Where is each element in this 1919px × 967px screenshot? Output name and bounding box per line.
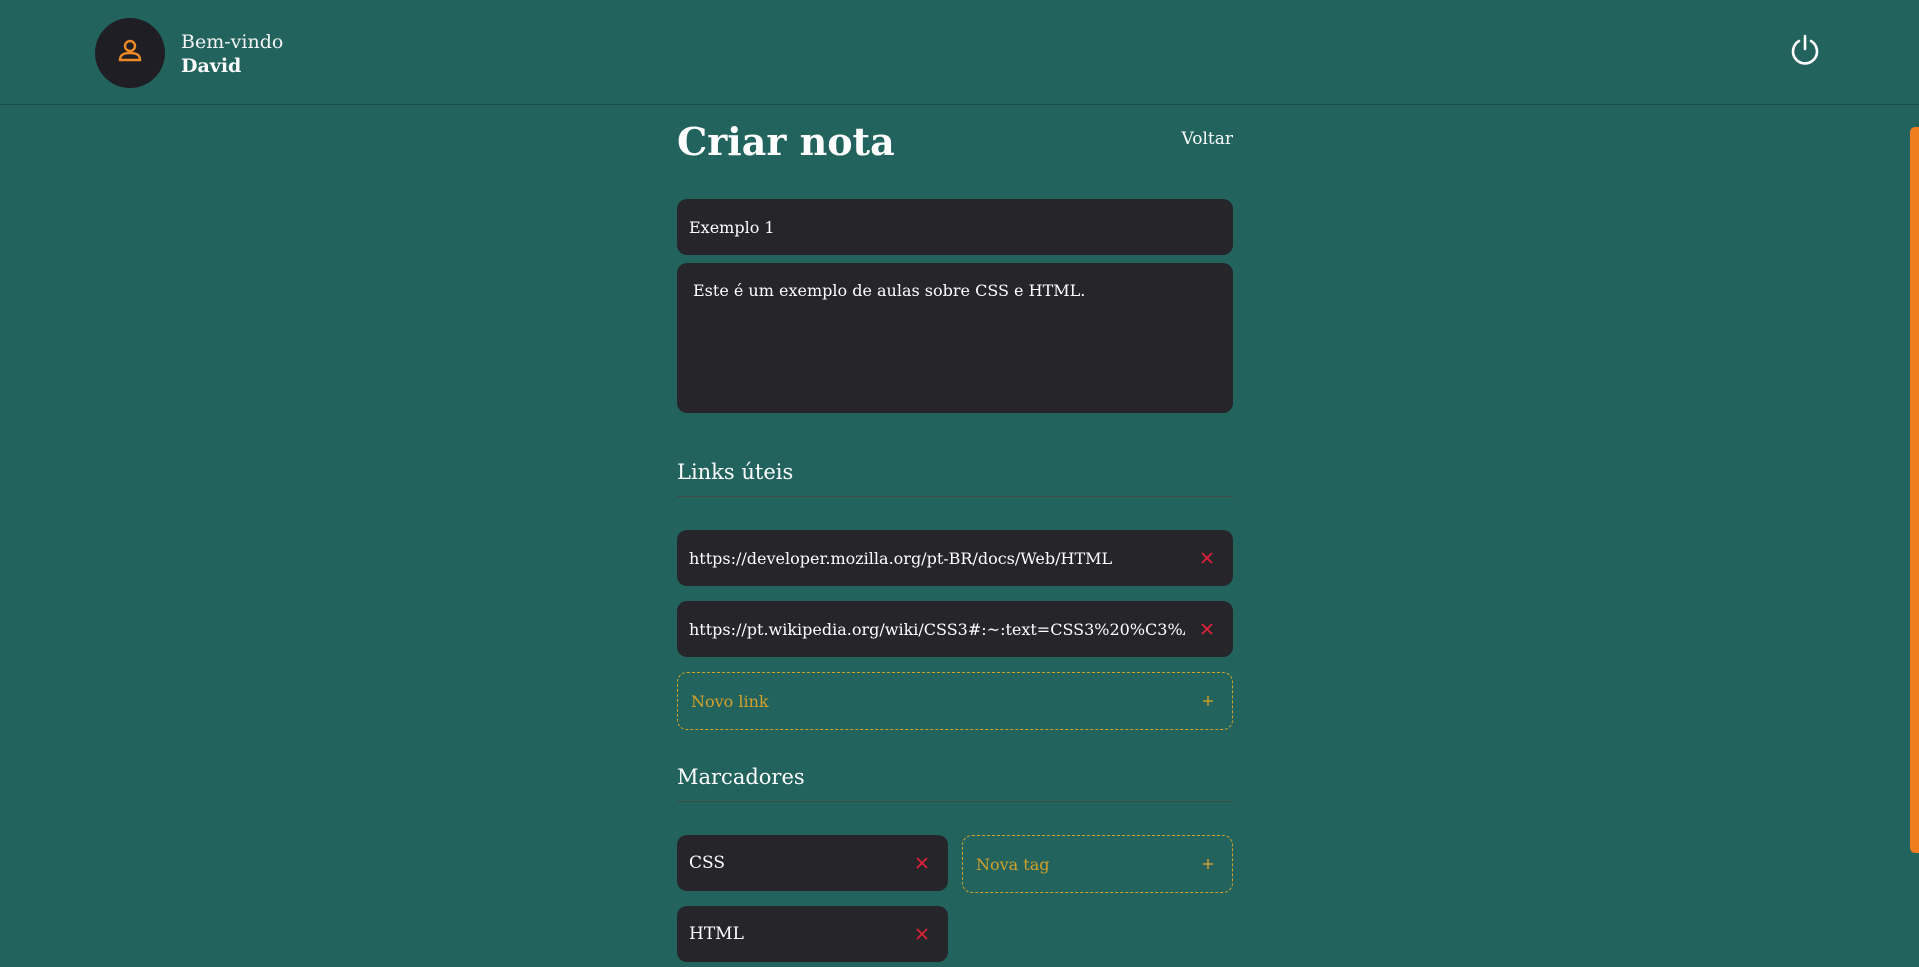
scrollbar-thumb[interactable]: [1910, 127, 1919, 853]
close-icon[interactable]: [1197, 619, 1217, 639]
title-row: Criar nota Voltar: [677, 117, 1233, 167]
user-icon: [116, 37, 144, 69]
description-textarea[interactable]: Este é um exemplo de aulas sobre CSS e H…: [677, 263, 1233, 413]
link-url: https://developer.mozilla.org/pt-BR/docs…: [689, 548, 1113, 568]
power-icon: [1788, 34, 1822, 71]
greeting-text: Bem-vindo: [181, 31, 284, 53]
title-input[interactable]: Exemplo 1: [677, 199, 1233, 255]
link-item[interactable]: https://developer.mozilla.org/pt-BR/docs…: [677, 530, 1233, 586]
title-input-value: Exemplo 1: [689, 217, 775, 237]
link-url: https://pt.wikipedia.org/wiki/CSS3#:~:te…: [689, 619, 1185, 639]
close-icon[interactable]: [912, 853, 932, 873]
link-item[interactable]: https://pt.wikipedia.org/wiki/CSS3#:~:te…: [677, 601, 1233, 657]
new-link-input[interactable]: Novo link: [677, 672, 1233, 730]
avatar[interactable]: [95, 18, 165, 88]
tag-item[interactable]: HTML: [677, 906, 948, 962]
tag-label: HTML: [689, 924, 744, 944]
tag-item[interactable]: CSS: [677, 835, 948, 891]
user-name[interactable]: David: [181, 54, 283, 78]
tags-section-title: Marcadores: [677, 765, 1233, 802]
new-tag-placeholder: Nova tag: [976, 854, 1050, 874]
description-value: Este é um exemplo de aulas sobre CSS e H…: [693, 281, 1086, 300]
plus-icon[interactable]: [1200, 693, 1216, 709]
page-title: Criar nota: [677, 119, 895, 164]
logout-button[interactable]: [1788, 33, 1822, 67]
close-icon[interactable]: [1197, 548, 1217, 568]
links-section-title: Links úteis: [677, 460, 1233, 497]
plus-icon[interactable]: [1200, 856, 1216, 872]
app-header: Bem-vindo David: [0, 0, 1919, 105]
new-link-placeholder: Novo link: [691, 691, 769, 711]
close-icon[interactable]: [912, 924, 932, 944]
tag-label: CSS: [689, 853, 726, 873]
back-link[interactable]: Voltar: [1182, 129, 1233, 149]
welcome-block: Bem-vindo David: [181, 30, 283, 78]
new-tag-input[interactable]: Nova tag: [962, 835, 1233, 893]
